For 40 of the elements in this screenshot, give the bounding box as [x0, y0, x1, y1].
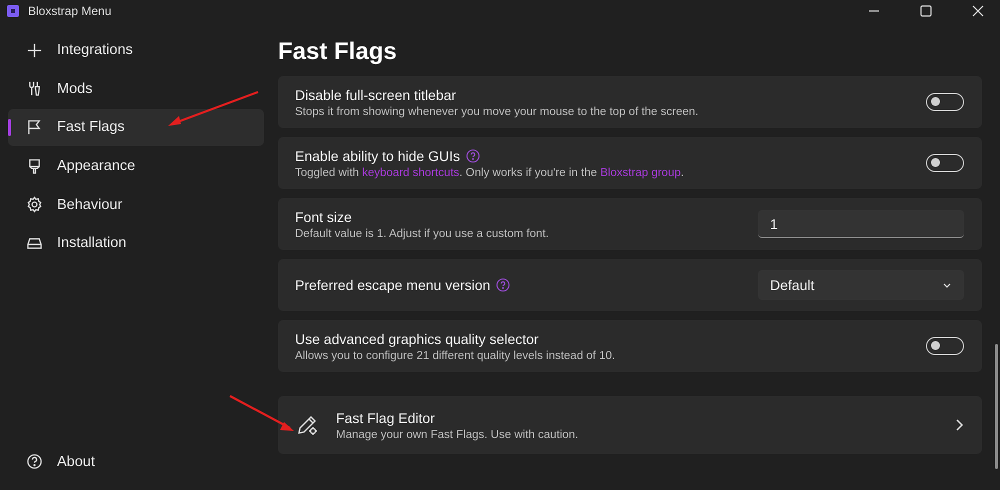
app-logo-icon [6, 4, 20, 18]
editor-link-card[interactable]: Fast Flag Editor Manage your own Fast Flags. Use with caution. [278, 396, 982, 454]
toggle-switch[interactable] [926, 337, 964, 355]
flag-icon [26, 118, 43, 136]
annotation-arrow [229, 395, 294, 431]
setting-description: Default value is 1. Adjust if you use a custom font. [295, 228, 550, 240]
sidebar-item[interactable]: Appearance [8, 148, 264, 184]
setting-title: Preferred escape menu version [295, 277, 490, 293]
toggle-switch[interactable] [926, 154, 964, 172]
sidebar-item[interactable]: Integrations [8, 32, 264, 69]
help-icon[interactable] [496, 278, 510, 292]
setting-title: Disable full-screen titlebar [295, 86, 456, 102]
font-size-field[interactable]: 1 [758, 210, 964, 238]
close-icon[interactable] [972, 5, 984, 17]
sidebar-item[interactable]: About [8, 443, 264, 480]
setting-description: Stops it from showing whenever you move your mouse to the top of the screen. [295, 106, 700, 118]
chevron-right-icon [954, 418, 964, 432]
sidebar-item[interactable]: Behaviour [8, 186, 264, 223]
toggle-switch[interactable] [926, 93, 964, 111]
maximize-icon[interactable] [920, 5, 932, 17]
sidebar-item[interactable]: Installation [8, 224, 264, 262]
settings-icon [26, 196, 43, 214]
setting-title: Font size [295, 208, 352, 224]
help-icon [26, 453, 43, 470]
setting-title: Fast Flag Editor [336, 410, 435, 426]
window-title: Bloxstrap Menu [28, 4, 112, 18]
plus-icon [26, 42, 43, 59]
setting-description: Allows you to configure 21 different quality levels instead of 10. [295, 350, 616, 362]
sidebar-item[interactable]: Fast Flags [8, 109, 264, 146]
version-dropdown[interactable]: Default [758, 270, 964, 300]
setting-title: Enable ability to hide GUIs [295, 148, 460, 164]
sidebar-item[interactable]: Mods [8, 70, 264, 108]
setting-description: Toggled with keyboard shortcuts. Only works if you're in the Bloxstrap group. [295, 166, 685, 178]
help-icon[interactable] [466, 148, 480, 162]
tools-icon [26, 80, 43, 98]
brush-icon [26, 158, 43, 175]
setting-description: Manage your own Fast Flags. Use with caution. [336, 428, 580, 440]
scrollbar[interactable] [995, 344, 998, 469]
setting-title: Use advanced graphics quality selector [295, 330, 539, 346]
page-title: Fast Flags [278, 38, 398, 66]
